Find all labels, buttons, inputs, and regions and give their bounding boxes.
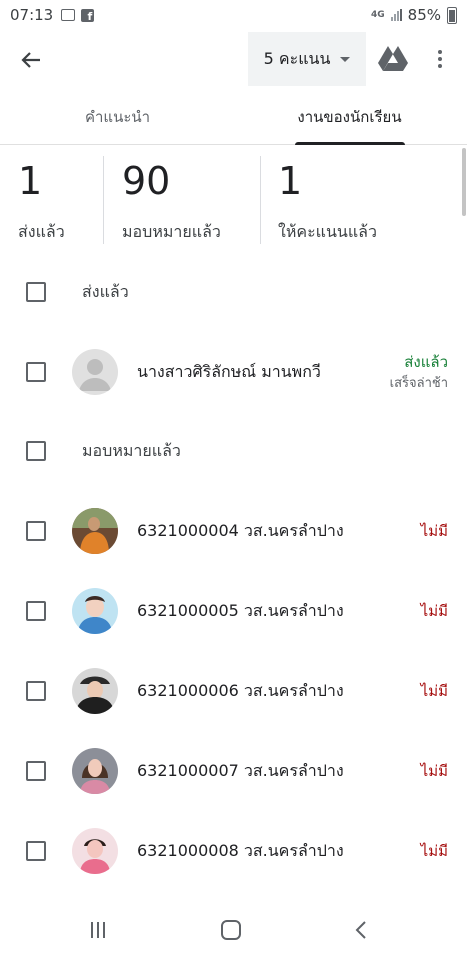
avatar — [72, 828, 118, 874]
section-label: มอบหมายแล้ว — [82, 441, 181, 460]
stats-panel: 1 ส่งแล้ว 90 มอบหมายแล้ว 1 ให้คะแนนแล้ว — [0, 146, 467, 246]
stat-assigned[interactable]: 90 มอบหมายแล้ว — [122, 156, 221, 244]
dropdown-caret-icon — [340, 56, 351, 62]
student-row[interactable]: 6321000005 วส.นครลำปาง ไม่มี — [0, 571, 467, 651]
student-photo — [72, 748, 118, 794]
stat-label: ส่งแล้ว — [18, 222, 65, 241]
avatar — [72, 748, 118, 794]
student-name: 6321000006 วส.นครลำปาง — [137, 681, 344, 700]
back-button[interactable] — [16, 45, 46, 75]
status-bar: 07:13 f 4G 85% — [0, 0, 467, 30]
student-name: 6321000005 วส.นครลำปาง — [137, 601, 344, 620]
section-assigned: มอบหมายแล้ว — [0, 421, 467, 481]
recent-apps-icon — [91, 922, 93, 938]
signal-icon — [390, 9, 402, 21]
student-row[interactable]: นางสาวศิริลักษณ์ มานพกวี ส่งแล้ว เสร็จล่… — [0, 332, 467, 412]
avatar — [72, 508, 118, 554]
stat-label: มอบหมายแล้ว — [122, 222, 221, 241]
tab-bar: คำแนะนำ งานของนักเรียน — [0, 88, 467, 145]
status-time: 07:13 — [10, 6, 54, 24]
more-options-button[interactable] — [428, 44, 452, 74]
battery-text: 85% — [407, 6, 441, 24]
student-checkbox[interactable] — [26, 521, 46, 541]
chevron-left-icon — [355, 921, 366, 939]
status-missing: ไม่มี — [420, 682, 448, 700]
more-dot-icon — [438, 64, 442, 68]
recent-apps-icon — [97, 922, 99, 938]
battery-icon — [447, 6, 457, 24]
default-avatar-icon — [72, 349, 118, 395]
avatar — [72, 668, 118, 714]
status-missing: ไม่มี — [420, 602, 448, 620]
more-dot-icon — [438, 57, 442, 61]
stat-label: ให้คะแนนแล้ว — [278, 222, 377, 241]
student-name: นางสาวศิริลักษณ์ มานพกวี — [137, 362, 321, 381]
status-missing: ไม่มี — [420, 522, 448, 540]
system-nav-bar — [0, 902, 467, 960]
arrow-back-icon — [21, 52, 40, 68]
status-turned-in: ส่งแล้ว — [404, 353, 448, 371]
system-back-button[interactable] — [352, 919, 372, 941]
stat-turned-in[interactable]: 1 ส่งแล้ว — [18, 156, 65, 244]
student-photo — [72, 508, 118, 554]
active-tab-indicator — [295, 142, 405, 145]
student-checkbox[interactable] — [26, 761, 46, 781]
drive-button[interactable] — [378, 44, 408, 74]
student-row[interactable]: 6321000004 วส.นครลำปาง ไม่มี — [0, 491, 467, 571]
divider — [260, 156, 261, 244]
tab-instructions[interactable]: คำแนะนำ — [30, 88, 205, 145]
student-row[interactable]: 6321000007 วส.นครลำปาง ไม่มี — [0, 731, 467, 811]
status-right: 4G 85% — [371, 6, 457, 24]
facebook-icon: f — [81, 8, 95, 22]
avatar — [72, 349, 118, 395]
gallery-icon — [61, 9, 76, 21]
student-row[interactable]: 6321000008 วส.นครลำปาง ไม่มี — [0, 811, 467, 891]
student-checkbox[interactable] — [26, 362, 46, 382]
student-photo — [72, 668, 118, 714]
student-photo — [72, 588, 118, 634]
divider — [103, 156, 104, 244]
app-bar: 5 คะแนน — [0, 30, 467, 88]
points-dropdown[interactable]: 5 คะแนน — [248, 32, 366, 86]
section-checkbox[interactable] — [26, 282, 46, 302]
student-checkbox[interactable] — [26, 681, 46, 701]
google-drive-icon — [378, 46, 408, 71]
student-name: 6321000007 วส.นครลำปาง — [137, 761, 344, 780]
stat-value: 1 — [278, 159, 303, 203]
stat-value: 90 — [122, 159, 171, 203]
section-label: ส่งแล้ว — [82, 282, 129, 301]
recent-apps-icon — [103, 922, 105, 938]
status-missing: ไม่มี — [420, 842, 448, 860]
status-missing: ไม่มี — [420, 762, 448, 780]
network-type: 4G — [371, 10, 385, 20]
student-name: 6321000008 วส.นครลำปาง — [137, 841, 344, 860]
stat-value: 1 — [18, 159, 43, 203]
student-photo — [72, 828, 118, 874]
student-checkbox[interactable] — [26, 601, 46, 621]
section-checkbox[interactable] — [26, 441, 46, 461]
student-name: 6321000004 วส.นครลำปาง — [137, 521, 344, 540]
section-turned-in: ส่งแล้ว — [0, 262, 467, 322]
more-dot-icon — [438, 50, 442, 54]
points-label: 5 คะแนน — [263, 48, 331, 68]
home-button[interactable] — [221, 920, 241, 940]
stat-graded[interactable]: 1 ให้คะแนนแล้ว — [278, 156, 377, 244]
recent-apps-button[interactable] — [91, 922, 109, 938]
student-checkbox[interactable] — [26, 841, 46, 861]
status-late-note: เสร็จล่าช้า — [389, 376, 448, 391]
student-row[interactable]: 6321000006 วส.นครลำปาง ไม่มี — [0, 651, 467, 731]
avatar — [72, 588, 118, 634]
tab-student-work[interactable]: งานของนักเรียน — [262, 88, 437, 145]
